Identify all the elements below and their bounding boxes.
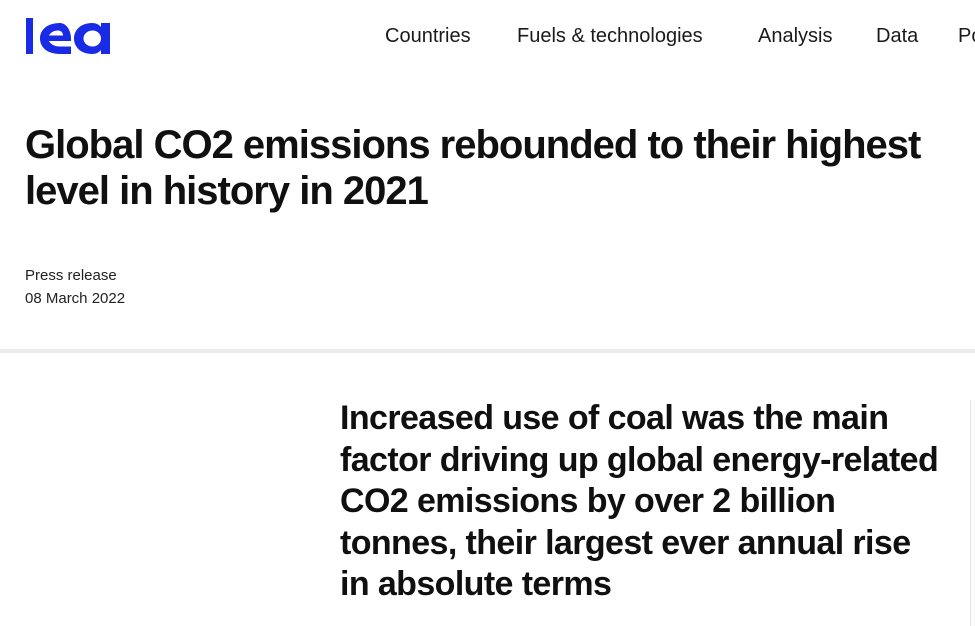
main-nav: Countries Fuels & technologies Analysis … bbox=[0, 23, 975, 51]
nav-countries[interactable]: Countries bbox=[385, 23, 471, 49]
page-title: Global CO2 emissions rebounded to their … bbox=[25, 123, 921, 213]
article-date: 08 March 2022 bbox=[25, 290, 126, 307]
article-type: Press release bbox=[25, 267, 117, 284]
nav-policies-truncated[interactable]: Po bbox=[958, 23, 975, 49]
section-divider bbox=[0, 349, 975, 353]
article-meta: Press release 08 March 2022 bbox=[25, 264, 125, 310]
nav-fuels-technologies[interactable]: Fuels & technologies bbox=[517, 23, 703, 49]
nav-analysis[interactable]: Analysis bbox=[758, 23, 832, 49]
side-panel-edge bbox=[970, 400, 975, 626]
nav-data[interactable]: Data bbox=[876, 23, 918, 49]
article-lead: Increased use of coal was the main facto… bbox=[340, 399, 939, 603]
